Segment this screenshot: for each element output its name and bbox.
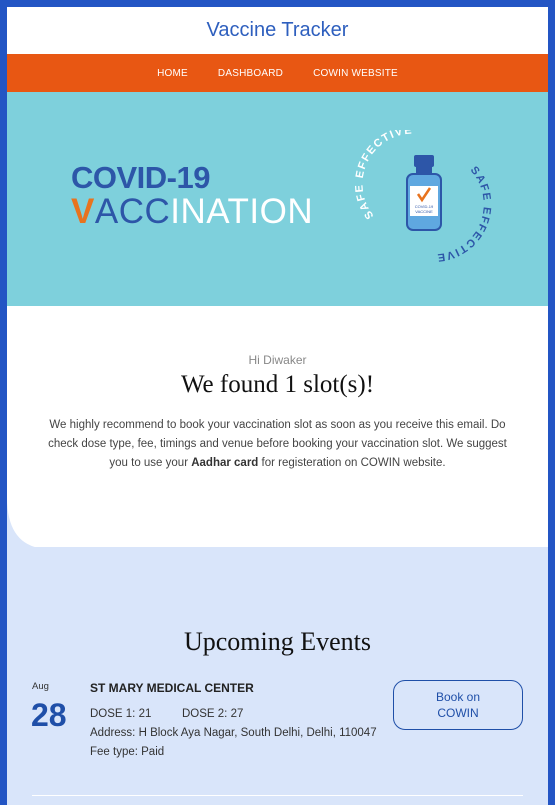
- email-frame: Vaccine Tracker HOME DASHBOARD COWIN WEB…: [7, 7, 548, 805]
- event-fee: Fee type: Paid: [90, 746, 165, 758]
- nav-bar: HOME DASHBOARD COWIN WEBSITE: [7, 54, 548, 92]
- aadhar-emphasis: Aadhar card: [191, 457, 259, 469]
- event-divider: [32, 795, 523, 796]
- hero-banner: COVID-19 VACCINATION SAFE EFFECTIVE SAFE…: [7, 92, 548, 306]
- hero-vaccination-text: VACCINATION: [71, 192, 314, 231]
- svg-text:SAFE EFFECTIVE: SAFE EFFECTIVE: [353, 130, 413, 221]
- message-section: Hi Diwaker We found 1 slot(s)! We highly…: [7, 306, 548, 473]
- vaccine-badge-icon: SAFE EFFECTIVE SAFE EFFECTIVE COVID-19 V…: [353, 130, 492, 263]
- badge-bottom-text: SAFE EFFECTIVE: [435, 164, 491, 263]
- nav-dashboard-link[interactable]: DASHBOARD: [218, 68, 283, 79]
- events-section: [7, 547, 548, 805]
- book-on-cowin-button[interactable]: Book on COWIN: [393, 680, 523, 730]
- badge-top-text: SAFE EFFECTIVE: [353, 130, 412, 221]
- brand-title: Vaccine Tracker: [206, 19, 349, 41]
- slots-headline: We found 1 slot(s)!: [180, 371, 375, 398]
- checkmark-v-letter: V: [71, 192, 95, 231]
- events-title: Upcoming Events: [183, 627, 372, 656]
- event-month: Aug: [32, 681, 49, 692]
- event-center-name: ST MARY MEDICAL CENTER: [90, 681, 254, 695]
- recommendation-paragraph: We highly recommend to book your vaccina…: [48, 419, 507, 469]
- event-dose2: DOSE 2: 27: [182, 708, 244, 720]
- nav-home-link[interactable]: HOME: [157, 68, 188, 79]
- hero-covid-text: COVID-19: [71, 160, 210, 195]
- svg-text:VACCINE: VACCINE: [415, 209, 433, 214]
- nav-cowin-link[interactable]: COWIN WEBSITE: [313, 68, 398, 79]
- event-address: Address: H Block Aya Nagar, South Delhi,…: [90, 727, 377, 739]
- greeting-text: Hi Diwaker: [248, 353, 307, 367]
- event-dose1: DOSE 1: 21: [90, 708, 152, 720]
- event-day: 28: [31, 697, 67, 733]
- svg-text:SAFE EFFECTIVE: SAFE EFFECTIVE: [435, 164, 492, 263]
